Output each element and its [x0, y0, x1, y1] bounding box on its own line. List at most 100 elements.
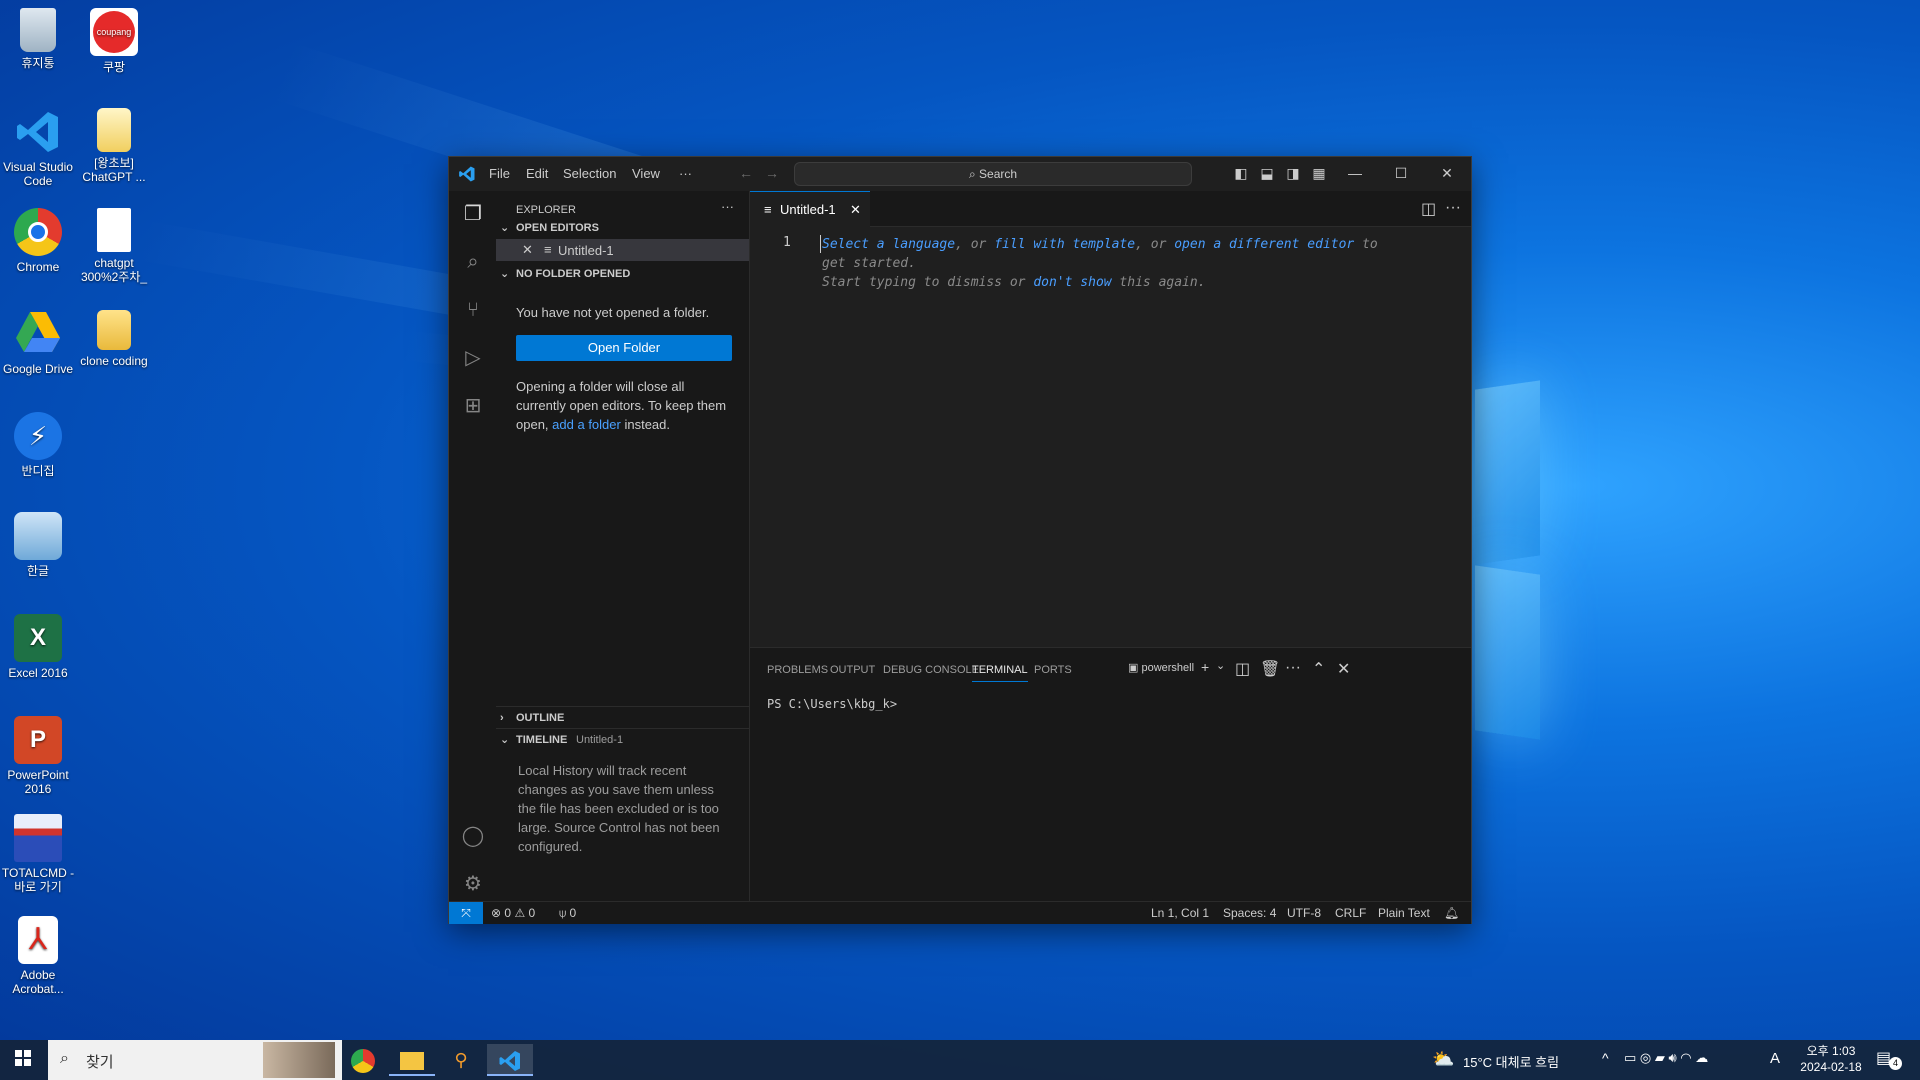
- new-terminal-icon[interactable]: +: [1201, 659, 1209, 675]
- source-control-icon[interactable]: ⑂: [460, 297, 486, 323]
- menu-more[interactable]: ···: [679, 166, 692, 181]
- desktop-icon-bandizip[interactable]: ⚡ 반디집: [0, 412, 77, 478]
- end-of-line[interactable]: CRLF: [1335, 902, 1366, 924]
- close-panel-icon[interactable]: ✕: [1337, 659, 1350, 679]
- ime-indicator[interactable]: A: [1770, 1050, 1780, 1067]
- indentation[interactable]: Spaces: 4: [1223, 902, 1276, 924]
- dont-show-link[interactable]: don't show: [1033, 275, 1111, 290]
- chevron-right-icon: ›: [500, 712, 504, 724]
- ports-status[interactable]: ⍦ 0: [559, 902, 576, 924]
- search-app-taskbar-icon[interactable]: ⚲: [438, 1044, 484, 1076]
- notification-center-icon[interactable]: ▤ 4: [1876, 1048, 1902, 1070]
- language-mode[interactable]: Plain Text: [1378, 902, 1430, 924]
- extensions-icon[interactable]: ⊞: [460, 393, 486, 419]
- panel-more-icon[interactable]: ···: [1285, 659, 1301, 677]
- search-highlight-image: [263, 1042, 335, 1078]
- desktop-icon-chatgpt-folder[interactable]: [왕초보] ChatGPT ...: [75, 108, 153, 184]
- toggle-secondary-sidebar-icon[interactable]: ◨: [1284, 164, 1302, 182]
- desktop-icon-powerpoint[interactable]: P PowerPoint 2016: [0, 716, 77, 796]
- start-windows-icon[interactable]: [0, 1044, 46, 1076]
- editor-more-icon[interactable]: ···: [1445, 199, 1461, 217]
- nav-back-icon[interactable]: ←: [737, 164, 755, 182]
- tray-icons[interactable]: ▭ ◎ ▰ 🔊︎ ◠ ☁: [1624, 1050, 1708, 1066]
- desktop-icon-totalcmd[interactable]: TOTALCMD - 바로 가기: [0, 814, 77, 894]
- show-hidden-icons-icon[interactable]: ^: [1602, 1050, 1609, 1066]
- desktop-icon-chrome[interactable]: Chrome: [0, 208, 77, 274]
- close-editor-icon[interactable]: ✕: [522, 242, 533, 258]
- desktop-icon-excel[interactable]: X Excel 2016: [0, 614, 77, 680]
- command-center-search[interactable]: ⌕ Search: [794, 162, 1192, 186]
- nav-forward-icon[interactable]: →: [763, 164, 781, 182]
- desktop-icon-clone-coding[interactable]: clone coding: [75, 310, 153, 368]
- file-explorer-taskbar-icon[interactable]: [389, 1044, 435, 1076]
- encoding[interactable]: UTF-8: [1287, 902, 1321, 924]
- run-debug-icon[interactable]: ▷: [460, 345, 486, 371]
- open-folder-button[interactable]: Open Folder: [516, 335, 732, 361]
- problems-status[interactable]: ⊗ 0 ⚠ 0: [491, 902, 535, 924]
- close-window-icon[interactable]: ✕: [1438, 164, 1456, 182]
- powerpoint-icon: P: [14, 716, 62, 764]
- timeline-header[interactable]: ⌄ TIMELINE Untitled-1: [496, 728, 749, 751]
- tab-ports[interactable]: PORTS: [1034, 664, 1072, 676]
- explorer-more-icon[interactable]: ···: [721, 199, 734, 214]
- menu-selection[interactable]: Selection: [563, 166, 616, 181]
- bell-icon[interactable]: 🔔︎: [1444, 902, 1459, 924]
- desktop-icon-coupang[interactable]: coupang 쿠팡: [75, 8, 153, 74]
- chevron-down-icon[interactable]: ⌄: [1216, 659, 1225, 672]
- toggle-sidebar-icon[interactable]: ◧: [1232, 164, 1250, 182]
- tab-debug-console[interactable]: DEBUG CONSOLE: [883, 664, 979, 676]
- explorer-icon[interactable]: ❐: [460, 201, 486, 227]
- account-icon[interactable]: ◯: [460, 823, 486, 849]
- select-language-link[interactable]: Select a language: [822, 237, 955, 252]
- folder-icon: [97, 310, 131, 350]
- tab-problems[interactable]: PROBLEMS: [767, 664, 828, 676]
- desktop-icon-hangul[interactable]: 한글: [0, 512, 77, 578]
- fill-template-link[interactable]: fill with template: [994, 237, 1135, 252]
- terminal-prompt[interactable]: PS C:\Users\kbg_k>: [767, 697, 897, 711]
- open-different-editor-link[interactable]: open a different editor: [1174, 237, 1354, 252]
- explorer-title: EXPLORER: [516, 204, 576, 216]
- chrome-taskbar-icon[interactable]: [340, 1044, 386, 1076]
- no-folder-header[interactable]: ⌄ NO FOLDER OPENED: [496, 263, 749, 285]
- tab-terminal[interactable]: TERMINAL: [972, 664, 1028, 682]
- terminal-icon: ▣: [1128, 662, 1139, 674]
- cursor-position[interactable]: Ln 1, Col 1: [1151, 902, 1209, 924]
- settings-gear-icon[interactable]: ⚙: [460, 871, 486, 897]
- split-editor-icon[interactable]: ◫: [1421, 199, 1436, 219]
- menu-edit[interactable]: Edit: [526, 166, 548, 181]
- vscode-window: File Edit Selection View ··· ← → ⌕ Searc…: [448, 156, 1472, 924]
- split-terminal-icon[interactable]: ◫: [1235, 659, 1250, 679]
- coupang-icon: coupang: [90, 8, 138, 56]
- tab-output[interactable]: OUTPUT: [830, 664, 875, 676]
- desktop-icon-google-drive[interactable]: Google Drive: [0, 310, 77, 376]
- outline-header[interactable]: › OUTLINE: [496, 706, 749, 729]
- clock[interactable]: 오후 1:03 2024-02-18: [1796, 1043, 1866, 1075]
- add-folder-link[interactable]: add a folder: [552, 417, 621, 432]
- search-view-icon[interactable]: ⌕: [460, 249, 486, 275]
- toggle-panel-icon[interactable]: ⬓: [1258, 164, 1276, 182]
- desktop-icon-recycle-bin[interactable]: 휴지통: [0, 8, 77, 70]
- desktop-icon-chatgpt-file[interactable]: chatgpt 300%2주차_: [75, 208, 153, 284]
- desktop-icon-acrobat[interactable]: ⅄ Adobe Acrobat...: [0, 916, 77, 996]
- weather-text[interactable]: 15°C 대체로 흐림: [1463, 1052, 1559, 1071]
- terminal-shell-selector[interactable]: ▣ powershell: [1128, 661, 1194, 674]
- close-tab-icon[interactable]: ✕: [850, 192, 861, 227]
- minimize-icon[interactable]: —: [1346, 164, 1364, 182]
- document-folder-icon: [97, 108, 131, 152]
- menu-view[interactable]: View: [632, 166, 660, 181]
- customize-layout-icon[interactable]: ▦: [1310, 164, 1328, 182]
- menu-file[interactable]: File: [489, 166, 510, 181]
- vscode-taskbar-icon[interactable]: [487, 1044, 533, 1076]
- search-icon: ⌕: [60, 1050, 69, 1067]
- taskbar-search[interactable]: ⌕ 찾기: [48, 1040, 342, 1080]
- trash-icon[interactable]: 🗑: [1260, 659, 1280, 679]
- remote-indicator-icon[interactable]: ⤧: [449, 902, 483, 924]
- maximize-panel-icon[interactable]: ⌃: [1312, 659, 1325, 679]
- open-editors-header[interactable]: ⌄ OPEN EDITORS: [496, 217, 749, 239]
- maximize-icon[interactable]: ☐: [1392, 164, 1410, 182]
- explorer-sidebar: EXPLORER ··· ⌄ OPEN EDITORS ✕ ≡ Untitled…: [496, 191, 750, 901]
- open-editor-item[interactable]: ✕ ≡ Untitled-1: [496, 239, 749, 261]
- chevron-down-icon: ⌄: [500, 222, 510, 234]
- desktop-icon-vscode[interactable]: Visual Studio Code: [0, 108, 77, 188]
- tab-untitled-1[interactable]: ≡ Untitled-1 ✕: [750, 191, 870, 227]
